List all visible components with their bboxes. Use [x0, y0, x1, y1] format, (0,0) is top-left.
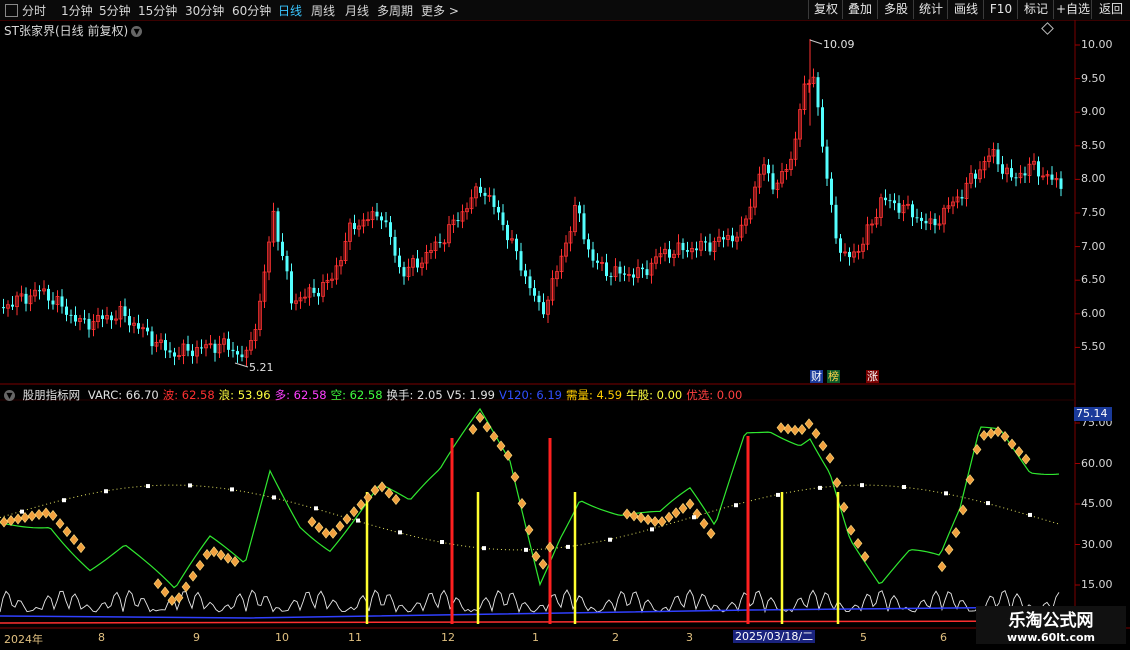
- indicator-value: 波: 62.58: [162, 388, 215, 402]
- price-tick: 10.00: [1081, 38, 1113, 51]
- price-tick: 5.50: [1081, 340, 1106, 354]
- indicator-header: ▼ 股朋指标网 VARC: 66.70 波: 62.58 浪: 53.96 多: 62…: [4, 387, 750, 403]
- indicator-value: VARC: 66.70: [87, 388, 159, 402]
- indicator-value: 多: 62.58: [274, 388, 327, 402]
- indicator-tick: 45.00: [1081, 497, 1113, 510]
- indicator-value: V120: 6.19: [499, 388, 562, 402]
- price-tick: 8.00: [1081, 172, 1106, 186]
- cai-badge[interactable]: 财: [810, 370, 823, 383]
- indicator-value: 优选: 0.00: [686, 388, 743, 402]
- current-date: 2025/03/18/二: [733, 630, 816, 643]
- date-tick: 8: [98, 631, 105, 644]
- indicator-value: 换手: 2.05: [386, 388, 443, 402]
- date-tick: 1: [532, 631, 539, 644]
- date-tick: 10: [275, 631, 289, 644]
- date-tick: 3: [686, 631, 693, 644]
- date-tick: 9: [193, 631, 200, 644]
- date-tick: 12: [441, 631, 455, 644]
- price-tick: 7.50: [1081, 206, 1106, 219]
- kline-chart[interactable]: [0, 0, 1130, 650]
- watermark-name: 乐淘公式网: [1008, 611, 1094, 631]
- date-tick: 11: [348, 631, 362, 644]
- zhang-badge[interactable]: 涨: [866, 370, 879, 383]
- watermark-url: www.60lt.com: [1006, 631, 1096, 644]
- price-tick: 6.00: [1081, 306, 1106, 320]
- date-tick: 2: [612, 631, 619, 644]
- indicator-tick: 15.00: [1081, 578, 1113, 591]
- indicator-value: 需量: 4.59: [565, 388, 623, 402]
- price-tick: 8.50: [1081, 138, 1106, 152]
- high-annotation: 10.09: [823, 38, 855, 51]
- indicator-name[interactable]: 股朋指标网: [23, 388, 81, 402]
- indicator-highlight-value: 75.14: [1074, 407, 1112, 421]
- price-tick: 9.50: [1081, 71, 1106, 85]
- price-tick: 7.00: [1081, 239, 1106, 253]
- indicator-tick: 30.00: [1081, 537, 1113, 551]
- indicator-value: 浪: 53.96: [218, 388, 271, 402]
- low-annotation: 5.21: [249, 361, 274, 374]
- price-tick: 9.00: [1081, 105, 1106, 119]
- chevron-down-icon[interactable]: ▼: [4, 390, 15, 401]
- indicator-value: V5: 1.99: [446, 388, 495, 402]
- watermark: 乐淘公式网 www.60lt.com: [976, 606, 1126, 644]
- indicator-value: 牛股: 0.00: [626, 388, 683, 402]
- indicator-value: 空: 62.58: [330, 388, 383, 402]
- price-tick: 6.50: [1081, 273, 1106, 287]
- date-tick: 5: [860, 631, 867, 644]
- bang-badge[interactable]: 榜: [827, 370, 840, 383]
- date-tick: 2024年: [4, 633, 43, 646]
- indicator-tick: 60.00: [1081, 456, 1113, 470]
- date-tick: 6: [940, 631, 947, 644]
